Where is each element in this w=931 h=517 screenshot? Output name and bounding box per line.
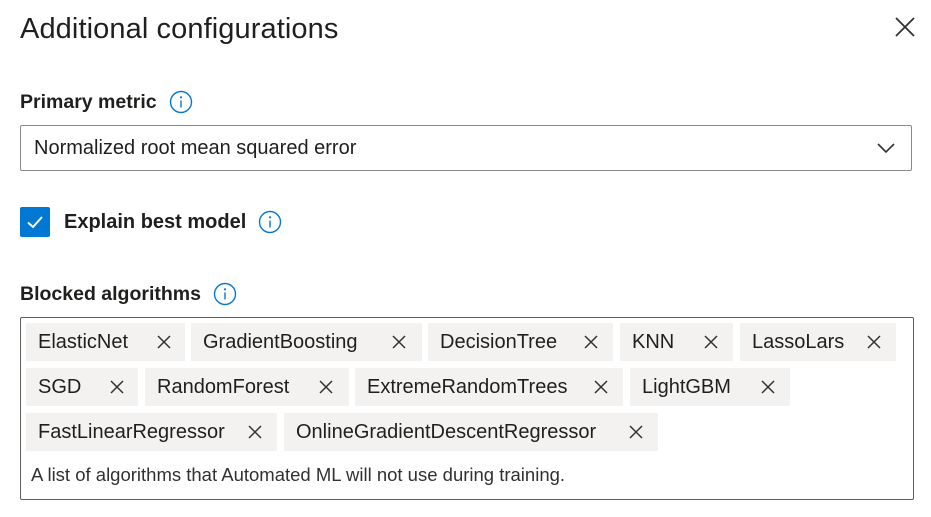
dialog-title: Additional configurations — [20, 13, 339, 45]
tag-lightgbm: LightGBM — [630, 368, 790, 406]
close-icon — [895, 17, 915, 37]
remove-tag-button[interactable] — [317, 378, 335, 396]
close-icon — [629, 425, 643, 439]
remove-tag-button[interactable] — [627, 423, 645, 441]
tag-knn: KNN — [620, 323, 733, 361]
tag-gradientboosting: GradientBoosting — [191, 323, 422, 361]
close-icon — [704, 335, 718, 349]
tag-label: ExtremeRandomTrees — [367, 375, 568, 398]
close-icon — [319, 380, 333, 394]
close-icon — [248, 425, 262, 439]
remove-tag-button[interactable] — [155, 333, 173, 351]
remove-tag-button[interactable] — [246, 423, 264, 441]
close-icon — [392, 335, 406, 349]
tag-label: SGD — [38, 375, 82, 398]
blocked-algorithms-label: Blocked algorithms — [20, 283, 201, 305]
remove-tag-button[interactable] — [582, 333, 600, 351]
tag-sgd: SGD — [26, 368, 138, 406]
tag-label: ElasticNet — [38, 330, 129, 353]
tag-label: DecisionTree — [440, 330, 558, 353]
close-icon — [584, 335, 598, 349]
primary-metric-label-row: Primary metric — [20, 89, 193, 115]
remove-tag-button[interactable] — [108, 378, 126, 396]
tag-onlinegradientdescentregressor: OnlineGradientDescentRegressor — [284, 413, 658, 451]
close-icon — [110, 380, 124, 394]
chevron-down-icon — [877, 143, 895, 154]
tag-label: OnlineGradientDescentRegressor — [296, 420, 597, 443]
close-icon — [594, 380, 608, 394]
primary-metric-dropdown[interactable]: Normalized root mean squared error — [20, 125, 912, 171]
tag-label: RandomForest — [157, 375, 290, 398]
blocked-algorithms-label-row: Blocked algorithms — [20, 281, 237, 307]
additional-configurations-panel: Additional configurations Primary metric… — [0, 0, 931, 517]
remove-tag-button[interactable] — [759, 378, 777, 396]
tag-fastlinearregressor: FastLinearRegressor — [26, 413, 277, 451]
blocked-algorithms-tagpicker[interactable]: ElasticNet GradientBoosting DecisionTree… — [20, 317, 914, 500]
tag-elasticnet: ElasticNet — [26, 323, 185, 361]
tag-decisiontree: DecisionTree — [428, 323, 613, 361]
info-icon[interactable] — [169, 90, 193, 114]
tag-label: FastLinearRegressor — [38, 420, 225, 443]
close-icon — [157, 335, 171, 349]
remove-tag-button[interactable] — [702, 333, 720, 351]
primary-metric-selected-value: Normalized root mean squared error — [34, 136, 357, 159]
explain-best-model-row: Explain best model — [20, 207, 282, 237]
info-icon[interactable] — [213, 282, 237, 306]
close-icon — [761, 380, 775, 394]
tag-label: GradientBoosting — [203, 330, 358, 353]
tag-randomforest: RandomForest — [145, 368, 349, 406]
checkmark-icon — [27, 216, 43, 229]
info-icon[interactable] — [258, 210, 282, 234]
tag-label: LassoLars — [752, 330, 845, 353]
explain-best-model-label[interactable]: Explain best model — [64, 211, 246, 234]
tag-label: LightGBM — [642, 375, 731, 398]
tag-lassolars: LassoLars — [740, 323, 896, 361]
explain-best-model-checkbox[interactable] — [20, 207, 50, 237]
tag-extremerandomtrees: ExtremeRandomTrees — [355, 368, 623, 406]
close-button[interactable] — [890, 12, 920, 42]
primary-metric-label: Primary metric — [20, 91, 157, 113]
close-icon — [867, 335, 881, 349]
tag-label: KNN — [632, 330, 675, 353]
blocked-algorithms-helper-text: A list of algorithms that Automated ML w… — [31, 464, 566, 485]
remove-tag-button[interactable] — [390, 333, 408, 351]
remove-tag-button[interactable] — [592, 378, 610, 396]
remove-tag-button[interactable] — [865, 333, 883, 351]
